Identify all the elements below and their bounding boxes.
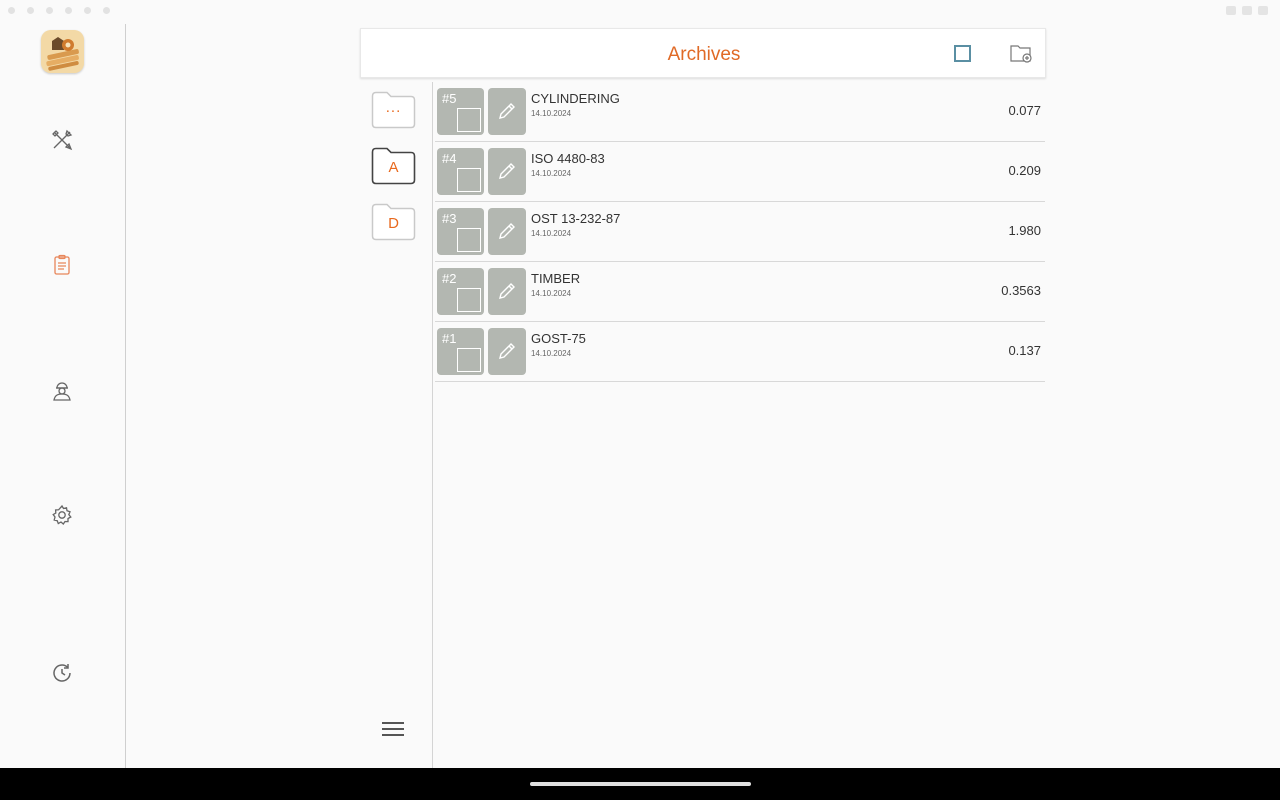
folder-label: D bbox=[388, 215, 399, 232]
status-system-icons bbox=[1226, 6, 1268, 15]
folder-d[interactable]: D bbox=[371, 203, 416, 241]
folder-parent[interactable]: ... bbox=[371, 91, 416, 129]
nav-rail bbox=[0, 0, 125, 768]
item-value: 0.077 bbox=[1008, 103, 1041, 118]
item-date: 14.10.2024 bbox=[531, 289, 572, 298]
edit-button[interactable] bbox=[488, 88, 526, 135]
edit-button[interactable] bbox=[488, 328, 526, 375]
status-bar bbox=[0, 0, 1280, 22]
item-value: 0.3563 bbox=[1001, 283, 1041, 298]
item-select-tile[interactable]: #3 bbox=[437, 208, 484, 255]
item-index: #2 bbox=[442, 271, 457, 286]
list-divider bbox=[432, 82, 433, 768]
item-name: CYLINDERING bbox=[531, 91, 620, 106]
worker-icon[interactable] bbox=[50, 378, 74, 402]
item-checkbox[interactable] bbox=[457, 228, 481, 252]
item-value: 1.980 bbox=[1008, 223, 1041, 238]
item-name: GOST-75 bbox=[531, 331, 586, 346]
hamburger-menu-icon[interactable] bbox=[382, 718, 406, 742]
item-name: TIMBER bbox=[531, 271, 581, 286]
item-index: #3 bbox=[442, 211, 457, 226]
folder-a[interactable]: A bbox=[371, 147, 416, 185]
archive-list: #5 CYLINDERING 14.10.2024 0.077 #4 ISO 4… bbox=[435, 82, 1045, 382]
list-item[interactable]: #3 OST 13-232-87 14.10.2024 1.980 bbox=[435, 202, 1045, 262]
folder-label: ... bbox=[385, 99, 402, 116]
archives-header: Archives bbox=[360, 28, 1046, 78]
pencil-icon bbox=[499, 103, 515, 119]
rail-divider bbox=[125, 24, 126, 768]
list-item[interactable]: #1 GOST-75 14.10.2024 0.137 bbox=[435, 322, 1045, 382]
app-logo-icon[interactable] bbox=[41, 30, 84, 73]
item-checkbox[interactable] bbox=[457, 348, 481, 372]
home-gesture-handle[interactable] bbox=[530, 782, 751, 786]
gear-icon[interactable] bbox=[50, 503, 74, 527]
edit-button[interactable] bbox=[488, 208, 526, 255]
folder-label: A bbox=[388, 159, 399, 176]
item-select-tile[interactable]: #5 bbox=[437, 88, 484, 135]
history-icon[interactable] bbox=[50, 661, 74, 685]
item-select-tile[interactable]: #4 bbox=[437, 148, 484, 195]
edit-button[interactable] bbox=[488, 268, 526, 315]
new-folder-icon[interactable] bbox=[1009, 42, 1033, 64]
item-value: 0.137 bbox=[1008, 343, 1041, 358]
item-date: 14.10.2024 bbox=[531, 109, 572, 118]
clipboard-icon[interactable] bbox=[50, 253, 74, 277]
item-name: OST 13-232-87 bbox=[531, 211, 621, 226]
pencil-icon bbox=[499, 343, 515, 359]
item-index: #1 bbox=[442, 331, 457, 346]
tools-icon[interactable] bbox=[50, 128, 74, 152]
item-name: ISO 4480-83 bbox=[531, 151, 605, 166]
item-date: 14.10.2024 bbox=[531, 169, 572, 178]
list-item[interactable]: #2 TIMBER 14.10.2024 0.3563 bbox=[435, 262, 1045, 322]
list-item[interactable]: #5 CYLINDERING 14.10.2024 0.077 bbox=[435, 82, 1045, 142]
list-item[interactable]: #4 ISO 4480-83 14.10.2024 0.209 bbox=[435, 142, 1045, 202]
item-select-tile[interactable]: #2 bbox=[437, 268, 484, 315]
item-checkbox[interactable] bbox=[457, 168, 481, 192]
item-checkbox[interactable] bbox=[457, 108, 481, 132]
item-checkbox[interactable] bbox=[457, 288, 481, 312]
system-nav-bar bbox=[0, 768, 1280, 800]
item-value: 0.209 bbox=[1008, 163, 1041, 178]
pencil-icon bbox=[499, 163, 515, 179]
item-date: 14.10.2024 bbox=[531, 349, 572, 358]
pencil-icon bbox=[499, 283, 515, 299]
pencil-icon bbox=[499, 223, 515, 239]
item-index: #5 bbox=[442, 91, 457, 106]
item-index: #4 bbox=[442, 151, 457, 166]
item-select-tile[interactable]: #1 bbox=[437, 328, 484, 375]
select-all-checkbox[interactable] bbox=[954, 45, 971, 62]
page-title: Archives bbox=[667, 44, 741, 65]
item-date: 14.10.2024 bbox=[531, 229, 572, 238]
edit-button[interactable] bbox=[488, 148, 526, 195]
